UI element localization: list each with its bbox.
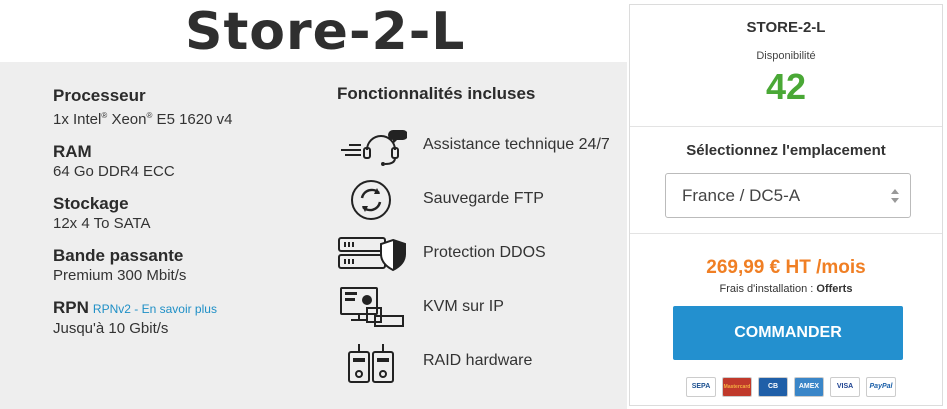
spec-storage: Stockage 12x 4 To SATA — [53, 194, 313, 234]
location-title: Sélectionnez l'emplacement — [686, 142, 886, 159]
availability-label: Disponibilité — [756, 50, 816, 62]
select-arrows-icon — [891, 189, 899, 203]
spec-value: 64 Go DDR4 ECC — [53, 163, 175, 180]
feature-label: Sauvegarde FTP — [423, 190, 544, 207]
setup-fees-label: Frais d'installation : — [719, 283, 817, 295]
setup-fees-value: Offerts — [816, 283, 853, 295]
payment-methods: SEPA Mastercard CB AMEX VISA PayPal — [686, 377, 896, 399]
specs-list: Processeur 1x Intel® Xeon® E5 1620 v4 RA… — [53, 86, 313, 351]
spec-value-part: E5 1620 v4 — [152, 111, 233, 128]
spec-label: RPN RPNv2 - En savoir plus — [53, 298, 313, 319]
order-button[interactable]: COMMANDER — [673, 306, 903, 360]
spec-value-part: Xeon — [107, 111, 147, 128]
spec-ram: RAM 64 Go DDR4 ECC — [53, 142, 313, 182]
spec-label: RAM — [53, 142, 92, 161]
feature-label: KVM sur IP — [423, 298, 504, 315]
spec-label: Stockage — [53, 194, 129, 213]
price: 269,99 € HT /mois — [706, 257, 866, 278]
availability-section: STORE-2-L Disponibilité 42 — [630, 5, 942, 127]
spec-value: 12x 4 To SATA — [53, 215, 151, 232]
amex-icon: AMEX — [794, 377, 824, 397]
spec-value: Premium 300 Mbit/s — [53, 267, 187, 284]
location-selected-value: France / DC5-A — [682, 186, 801, 205]
spec-label: Bande passante — [53, 246, 184, 265]
page-title: Store-2-L — [185, 2, 466, 62]
spec-value: Jusqu'à 10 Gbit/s — [53, 320, 169, 337]
cb-icon: CB — [758, 377, 788, 397]
feature-support: Assistance technique 24/7 — [337, 124, 627, 168]
feature-label: Assistance technique 24/7 — [423, 136, 610, 153]
location-section: Sélectionnez l'emplacement France / DC5-… — [630, 128, 942, 234]
sync-icon — [351, 180, 391, 220]
raid-disks-icon — [348, 344, 394, 383]
availability-count: 42 — [765, 66, 807, 107]
sepa-icon: SEPA — [686, 377, 716, 397]
visa-icon: VISA — [830, 377, 860, 397]
kvm-icon — [340, 287, 404, 327]
spec-rpn: RPN RPNv2 - En savoir plus Jusqu'à 10 Gbi… — [53, 298, 313, 339]
feature-label: RAID hardware — [423, 352, 533, 369]
title-band: Store-2-L — [0, 0, 627, 62]
page: Store-2-L Processeur 1x Intel® Xeon® E5 … — [0, 0, 947, 409]
offer-card: STORE-2-L Disponibilité 42 Sélectionnez … — [629, 4, 943, 406]
spec-processor: Processeur 1x Intel® Xeon® E5 1620 v4 — [53, 86, 313, 130]
location-select[interactable]: France / DC5-A — [665, 173, 911, 218]
features-title: Fonctionnalités incluses — [337, 84, 536, 103]
feature-ddos: Protection DDOS — [337, 232, 627, 276]
server-shield-icon — [338, 237, 406, 272]
paypal-icon: PayPal — [866, 377, 896, 397]
spec-label-text: RPN — [53, 298, 89, 317]
offer-name: STORE-2-L — [746, 19, 826, 36]
setup-fees: Frais d'installation : Offerts — [630, 283, 942, 295]
spec-value: 1x Intel® Xeon® E5 1620 v4 — [53, 106, 313, 130]
feature-kvm: KVM sur IP — [337, 286, 627, 330]
mastercard-icon: Mastercard — [722, 377, 752, 397]
feature-ftp-backup: Sauvegarde FTP — [337, 178, 627, 222]
spec-label: Processeur — [53, 86, 146, 105]
feature-raid: RAID hardware — [337, 340, 627, 384]
feature-label: Protection DDOS — [423, 244, 546, 261]
rpn-more-link[interactable]: RPNv2 - En savoir plus — [93, 302, 217, 316]
features-section: Fonctionnalités incluses Assistance tech… — [337, 84, 627, 383]
spec-value-part: 1x Intel — [53, 111, 102, 128]
pricing-section: 269,99 € HT /mois Frais d'installation :… — [630, 235, 942, 405]
spec-bandwidth: Bande passante Premium 300 Mbit/s — [53, 246, 313, 286]
headset-icon — [341, 130, 407, 166]
